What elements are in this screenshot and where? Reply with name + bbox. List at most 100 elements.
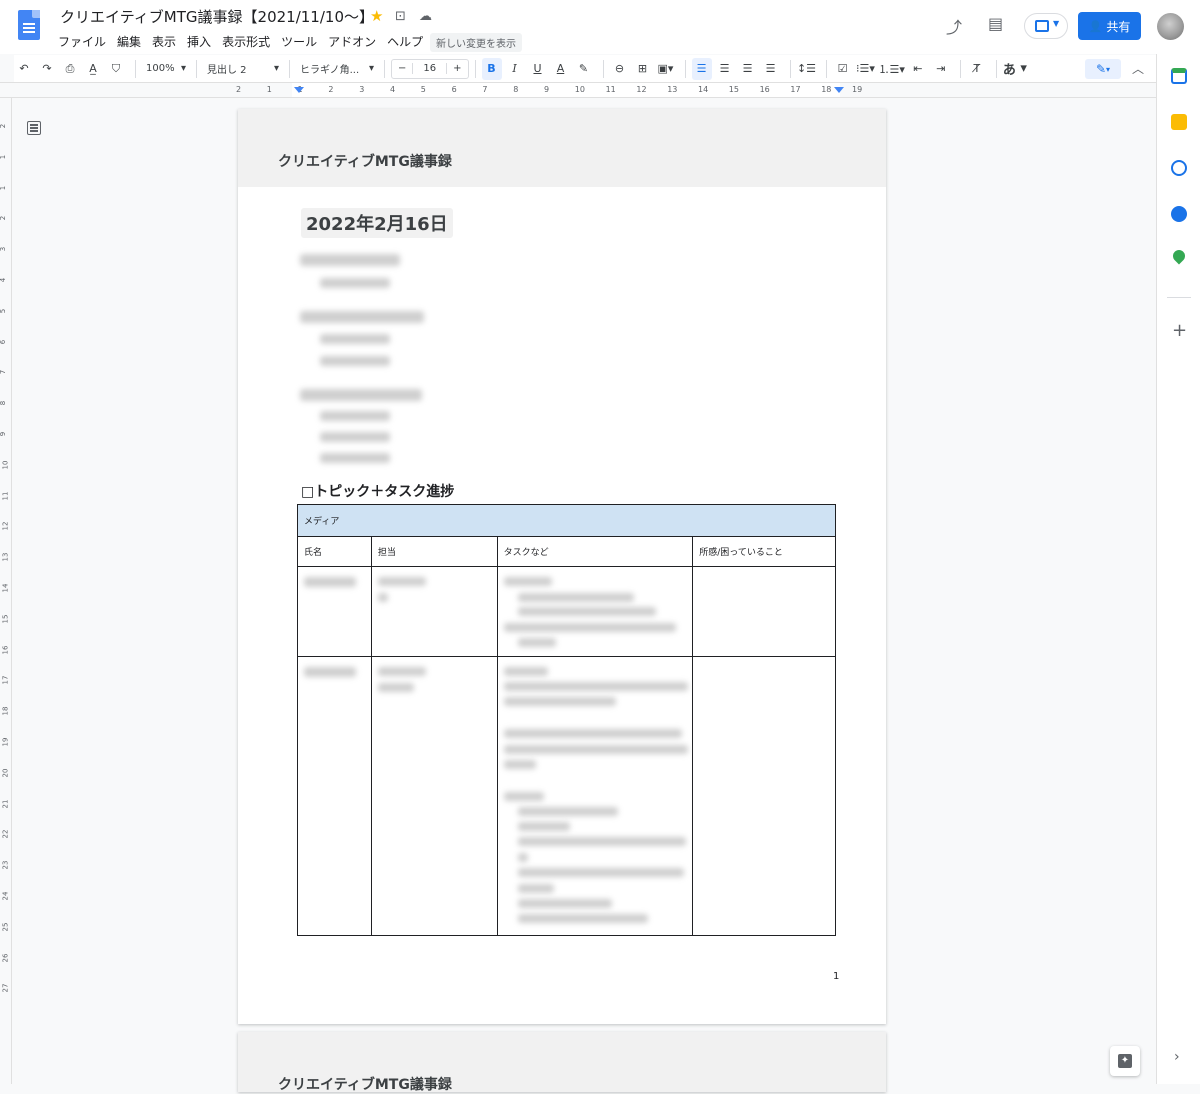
app-header: クリエイティブMTG議事録【2021/11/10〜】 ★ ⊡ ☁ ファイル 編集… [0,0,1200,54]
maps-icon[interactable] [1170,247,1188,265]
table-cell[interactable] [297,566,372,657]
numbered-list-icon[interactable]: ⒈☰▾ [879,58,905,80]
task-table[interactable]: メディア 氏名 担当 タスクなど 所感/困っていること [297,504,836,936]
vertical-ruler[interactable]: 2 1 1 2 3 4 5 6 7 8 9 10 11 12 13 14 15 16 17 18 19 20 21 22 23 2… [0,98,12,1084]
ruler-label: 24 [1,891,10,901]
last-edit-link[interactable]: 新しい変更を表示 [430,33,522,52]
line-spacing-icon[interactable]: ↕☰ [797,58,817,80]
blurred-text [503,577,552,586]
explore-button[interactable]: ✦ [1110,1046,1140,1076]
blurred-text [503,760,536,769]
bold-button[interactable]: B [481,57,502,80]
insert-image-icon[interactable]: ▣▾ [656,58,676,80]
add-comment-icon[interactable]: ⊞ [633,58,653,80]
align-center-icon[interactable]: ☰ [715,58,735,80]
right-indent-marker[interactable] [834,87,844,93]
document-outline-icon[interactable] [27,121,41,135]
print-icon[interactable]: ⎙ [60,58,80,80]
present-button[interactable]: ▼ [1024,13,1068,39]
tasks-icon[interactable] [1171,160,1187,176]
page-header-text: クリエイティブMTG議事録 [278,154,452,170]
cloud-status-icon[interactable]: ☁ [419,9,432,24]
clear-formatting-icon[interactable]: T̸ [967,58,987,80]
avatar[interactable] [1157,13,1184,40]
table-cell[interactable] [370,656,498,936]
bulleted-list-icon[interactable]: ⁝☰▾ [856,58,876,80]
menu-view[interactable]: 表示 [152,33,176,50]
input-tools-button[interactable]: あ ▾ [1003,58,1027,80]
menu-addons[interactable]: アドオン [328,33,376,50]
paint-format-icon[interactable]: ⛉ [106,58,126,80]
share-button[interactable]: 👤 共有 [1078,12,1141,40]
table-column-header[interactable]: 氏名 [297,536,372,567]
topic-heading[interactable]: □トピック＋タスク進捗 [301,481,454,501]
blurred-text [503,682,688,691]
table-cell[interactable] [297,656,372,936]
horizontal-ruler[interactable]: 2 1 1 2 3 4 5 6 7 8 9 10 11 12 13 14 15 16 17 18 19 [0,82,1156,98]
italic-button[interactable]: I [505,58,525,80]
font-size-stepper[interactable]: − 16 + [390,58,469,79]
keep-icon[interactable] [1171,114,1187,130]
highlight-icon[interactable]: ✎ [574,58,594,80]
font-select[interactable]: ヒラギノ角... ▾ [296,58,378,80]
ruler-label: 17 [790,85,801,94]
docs-logo-icon[interactable] [18,10,40,40]
document-page[interactable]: クリエイティブMTG議事録 2022年2月16日 □トピック＋タスク進捗 メディ… [238,109,886,1024]
zoom-select[interactable]: 100% ▾ [142,58,190,80]
table-cell[interactable] [692,566,836,657]
table-section-cell[interactable]: メディア [297,504,836,537]
table-column-header[interactable]: 所感/困っていること [692,536,836,567]
table-column-header[interactable]: タスクなど [496,536,694,567]
blurred-text [517,868,684,877]
checklist-icon[interactable]: ☑ [833,58,853,80]
comment-history-icon[interactable]: ▤ [988,14,1003,33]
align-left-icon[interactable]: ☰ [691,57,712,80]
ruler-label: 15 [1,614,10,624]
style-select[interactable]: 見出し 2 ▾ [203,58,283,80]
table-cell[interactable] [692,656,836,936]
table-cell[interactable] [496,566,694,657]
menu-format[interactable]: 表示形式 [222,33,270,50]
calendar-icon[interactable] [1171,68,1187,84]
chevron-right-icon[interactable]: › [1174,1049,1180,1065]
ruler-label: 12 [1,521,10,531]
add-addon-icon[interactable]: + [1172,320,1187,341]
font-size-input[interactable]: 16 [412,63,448,74]
table-cell[interactable] [370,566,498,657]
menu-tools[interactable]: ツール [281,33,317,50]
table-column-header[interactable]: 担当 [370,536,498,567]
contacts-icon[interactable] [1171,206,1187,222]
align-justify-icon[interactable]: ☰ [761,58,781,80]
move-folder-icon[interactable]: ⊡ [395,9,406,24]
decrease-font-size-button[interactable]: − [392,63,412,74]
table-cell[interactable] [496,656,694,936]
blurred-text [377,683,414,692]
ruler-label: 2 [0,123,8,129]
decrease-indent-icon[interactable]: ⇤ [908,58,928,80]
star-icon[interactable]: ★ [370,7,383,25]
increase-indent-icon[interactable]: ⇥ [931,58,951,80]
underline-button[interactable]: U [528,58,548,80]
link-icon[interactable]: ⊖ [610,58,630,80]
undo-icon[interactable]: ↶ [14,58,34,80]
menu-file[interactable]: ファイル [58,33,106,50]
document-title[interactable]: クリエイティブMTG議事録【2021/11/10〜】 [60,6,374,27]
ruler-label: 13 [1,552,10,562]
menu-insert[interactable]: 挿入 [187,33,211,50]
blurred-text [503,729,682,738]
menu-edit[interactable]: 編集 [117,33,141,50]
redo-icon[interactable]: ↷ [37,58,57,80]
activity-trend-icon[interactable]: ⤴ [946,14,962,38]
left-indent-marker[interactable] [294,87,304,93]
increase-font-size-button[interactable]: + [447,63,467,74]
text-color-button[interactable]: A [551,58,571,80]
toolbar-divider [789,59,791,78]
collapse-menus-icon[interactable]: ︿ [1132,60,1144,77]
ruler-label: 8 [513,85,519,94]
align-right-icon[interactable]: ☰ [738,58,758,80]
menu-help[interactable]: ヘルプ [387,33,423,50]
spellcheck-icon[interactable]: A̲ [83,58,103,80]
editing-mode-button[interactable]: ✎ ▾ [1085,59,1121,79]
date-heading[interactable]: 2022年2月16日 [301,208,453,238]
document-page[interactable]: クリエイティブMTG議事録 [238,1032,886,1093]
